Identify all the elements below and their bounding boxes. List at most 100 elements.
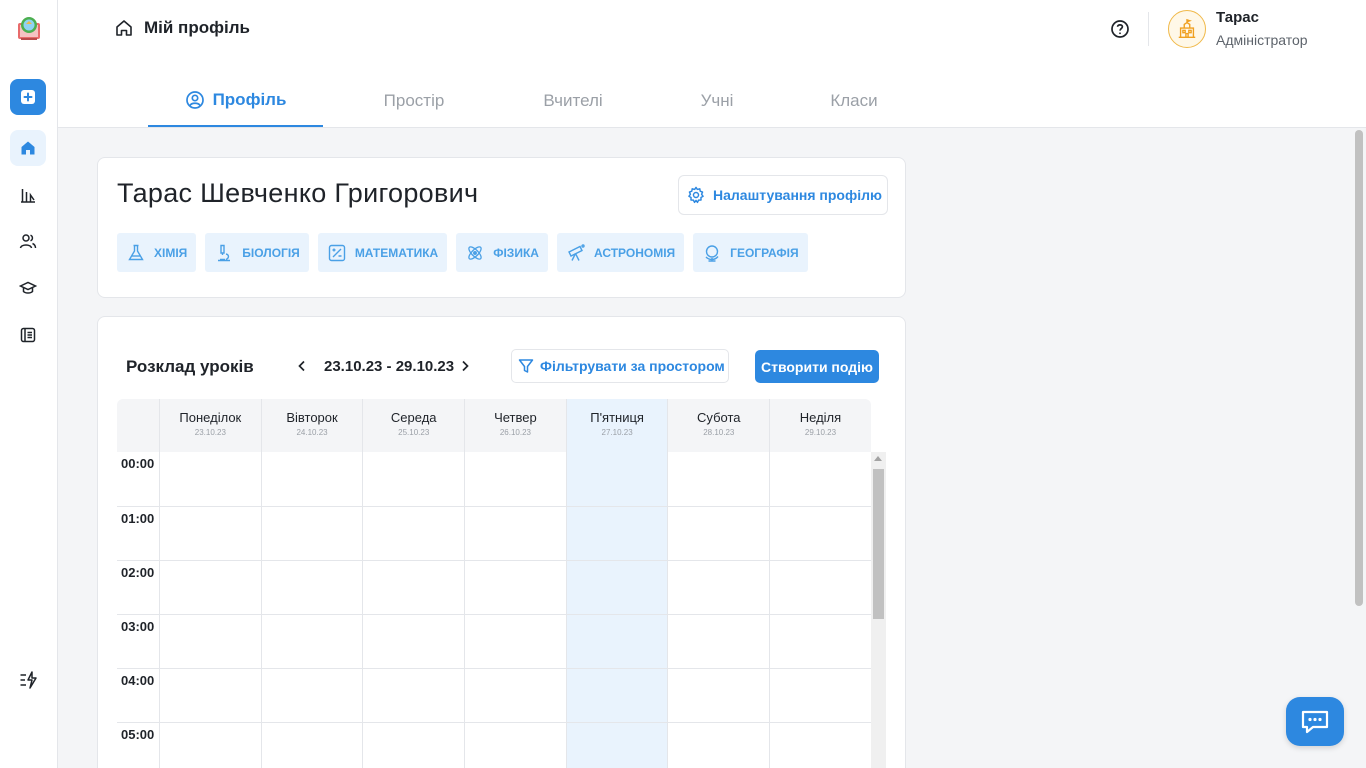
schedule-cell[interactable]: [260, 614, 363, 668]
subject-chip-physics[interactable]: Фізика: [456, 233, 548, 272]
time-label: 02:00: [117, 560, 159, 614]
schedule-cell[interactable]: [769, 722, 871, 768]
schedule-cell[interactable]: [260, 560, 363, 614]
chevron-right-icon[interactable]: [458, 359, 472, 373]
schedule-cell[interactable]: [565, 614, 668, 668]
schedule-cell[interactable]: [464, 506, 566, 560]
avatar[interactable]: [1168, 10, 1206, 48]
school-building-icon: [1178, 18, 1196, 38]
globe-icon: [705, 244, 719, 262]
schedule-cell[interactable]: [159, 560, 261, 614]
journal-icon[interactable]: [19, 326, 37, 344]
sidebar: [0, 0, 58, 768]
schedule-cell[interactable]: [260, 506, 363, 560]
schedule-cell[interactable]: [565, 722, 668, 768]
tab-profile[interactable]: Профіль: [148, 76, 323, 127]
graduation-cap-icon[interactable]: [19, 279, 37, 297]
day-name: Неділя: [799, 410, 842, 425]
schedule-cell[interactable]: [667, 560, 770, 614]
schedule-cell[interactable]: [769, 560, 871, 614]
schedule-cell[interactable]: [667, 722, 770, 768]
tab-classes[interactable]: Класи: [793, 76, 915, 127]
chip-label: Математика: [354, 245, 439, 260]
scroll-up-arrow[interactable]: [874, 456, 882, 461]
chat-button[interactable]: [1286, 697, 1344, 746]
tab-label: Вчителі: [543, 90, 603, 110]
users-icon[interactable]: [19, 232, 37, 250]
page-scrollbar[interactable]: [1355, 130, 1363, 606]
schedule-cell[interactable]: [362, 560, 465, 614]
schedule-cell[interactable]: [260, 722, 363, 768]
schedule-cell[interactable]: [667, 506, 770, 560]
schedule-header-row: Понеділок 23.10.23 Вівторок 24.10.23 Сер…: [117, 399, 871, 452]
schedule-cell[interactable]: [464, 560, 566, 614]
add-button[interactable]: [10, 79, 46, 115]
schedule-cell[interactable]: [667, 614, 770, 668]
subject-chip-math[interactable]: Математика: [317, 233, 448, 272]
chip-label: Хімія: [154, 245, 188, 260]
schedule-cell[interactable]: [159, 614, 261, 668]
schedule-cell[interactable]: [565, 506, 668, 560]
schedule-cell[interactable]: [565, 452, 668, 506]
sidebar-item-home[interactable]: [10, 130, 46, 166]
schedule-row: 05:00: [117, 722, 871, 768]
schedule-cell[interactable]: [362, 668, 465, 722]
subject-chip-astronomy[interactable]: Астрономія: [556, 233, 685, 272]
filter-by-space-button[interactable]: Фільтрувати за простором: [511, 349, 729, 383]
schedule-row: 01:00: [117, 506, 871, 560]
create-event-button[interactable]: Створити подію: [755, 350, 879, 383]
schedule-body: 00:00 01:00 02:00 03:00 04:00 05:00: [117, 452, 871, 768]
schedule-cell[interactable]: [362, 506, 465, 560]
profile-card: Тарас Шевченко Григорович Налаштування п…: [97, 157, 906, 298]
schedule-cell[interactable]: [159, 668, 261, 722]
schedule-cell[interactable]: [769, 452, 871, 506]
header-divider: [1148, 12, 1149, 46]
schedule-cell[interactable]: [464, 614, 566, 668]
school-logo[interactable]: [15, 14, 43, 42]
tab-label: Профіль: [212, 89, 287, 109]
schedule-cell[interactable]: [260, 668, 363, 722]
schedule-cell[interactable]: [362, 614, 465, 668]
user-circle-icon: [185, 90, 204, 109]
day-date: 24.10.23: [296, 428, 328, 437]
help-icon[interactable]: [1110, 19, 1130, 39]
time-label: 03:00: [117, 614, 159, 668]
schedule-cell[interactable]: [769, 614, 871, 668]
tab-space[interactable]: Простір: [323, 76, 505, 127]
flash-list-icon[interactable]: [19, 670, 39, 690]
tab-teachers[interactable]: Вчителі: [505, 76, 641, 127]
chip-label: Астрономія: [593, 245, 676, 260]
grid-corner: [117, 399, 159, 452]
schedule-cell[interactable]: [769, 668, 871, 722]
schedule-cell[interactable]: [667, 452, 769, 506]
filter-label: Фільтрувати за простором: [540, 358, 725, 374]
profile-settings-button[interactable]: Налаштування профілю: [678, 175, 888, 215]
settings-label: Налаштування профілю: [713, 187, 882, 203]
schedule-cell[interactable]: [159, 506, 261, 560]
schedule-cell[interactable]: [260, 452, 363, 506]
home-outline-icon[interactable]: [114, 18, 134, 38]
tab-label: Класи: [830, 90, 878, 110]
schedule-cell[interactable]: [565, 560, 668, 614]
time-label: 04:00: [117, 668, 159, 722]
schedule-cell[interactable]: [159, 722, 261, 768]
subject-chip-chemistry[interactable]: Хімія: [117, 233, 197, 272]
schedule-scrollbar[interactable]: [871, 452, 886, 768]
schedule-cell[interactable]: [667, 668, 770, 722]
schedule-cell[interactable]: [464, 452, 566, 506]
day-header: Вівторок 24.10.23: [260, 399, 363, 452]
chevron-left-icon[interactable]: [295, 359, 309, 373]
schedule-cell[interactable]: [362, 452, 464, 506]
tab-students[interactable]: Учні: [641, 76, 793, 127]
statistics-icon[interactable]: [19, 186, 37, 204]
schedule-cell[interactable]: [464, 722, 566, 768]
user-name[interactable]: Тарас: [1216, 9, 1259, 26]
schedule-cell[interactable]: [565, 668, 668, 722]
subject-chip-geography[interactable]: Географія: [693, 233, 808, 272]
schedule-cell[interactable]: [159, 452, 261, 506]
subject-chip-biology[interactable]: Біологія: [205, 233, 309, 272]
schedule-cell[interactable]: [362, 722, 465, 768]
schedule-cell[interactable]: [464, 668, 566, 722]
schedule-cell[interactable]: [769, 506, 871, 560]
scroll-thumb[interactable]: [873, 469, 884, 619]
